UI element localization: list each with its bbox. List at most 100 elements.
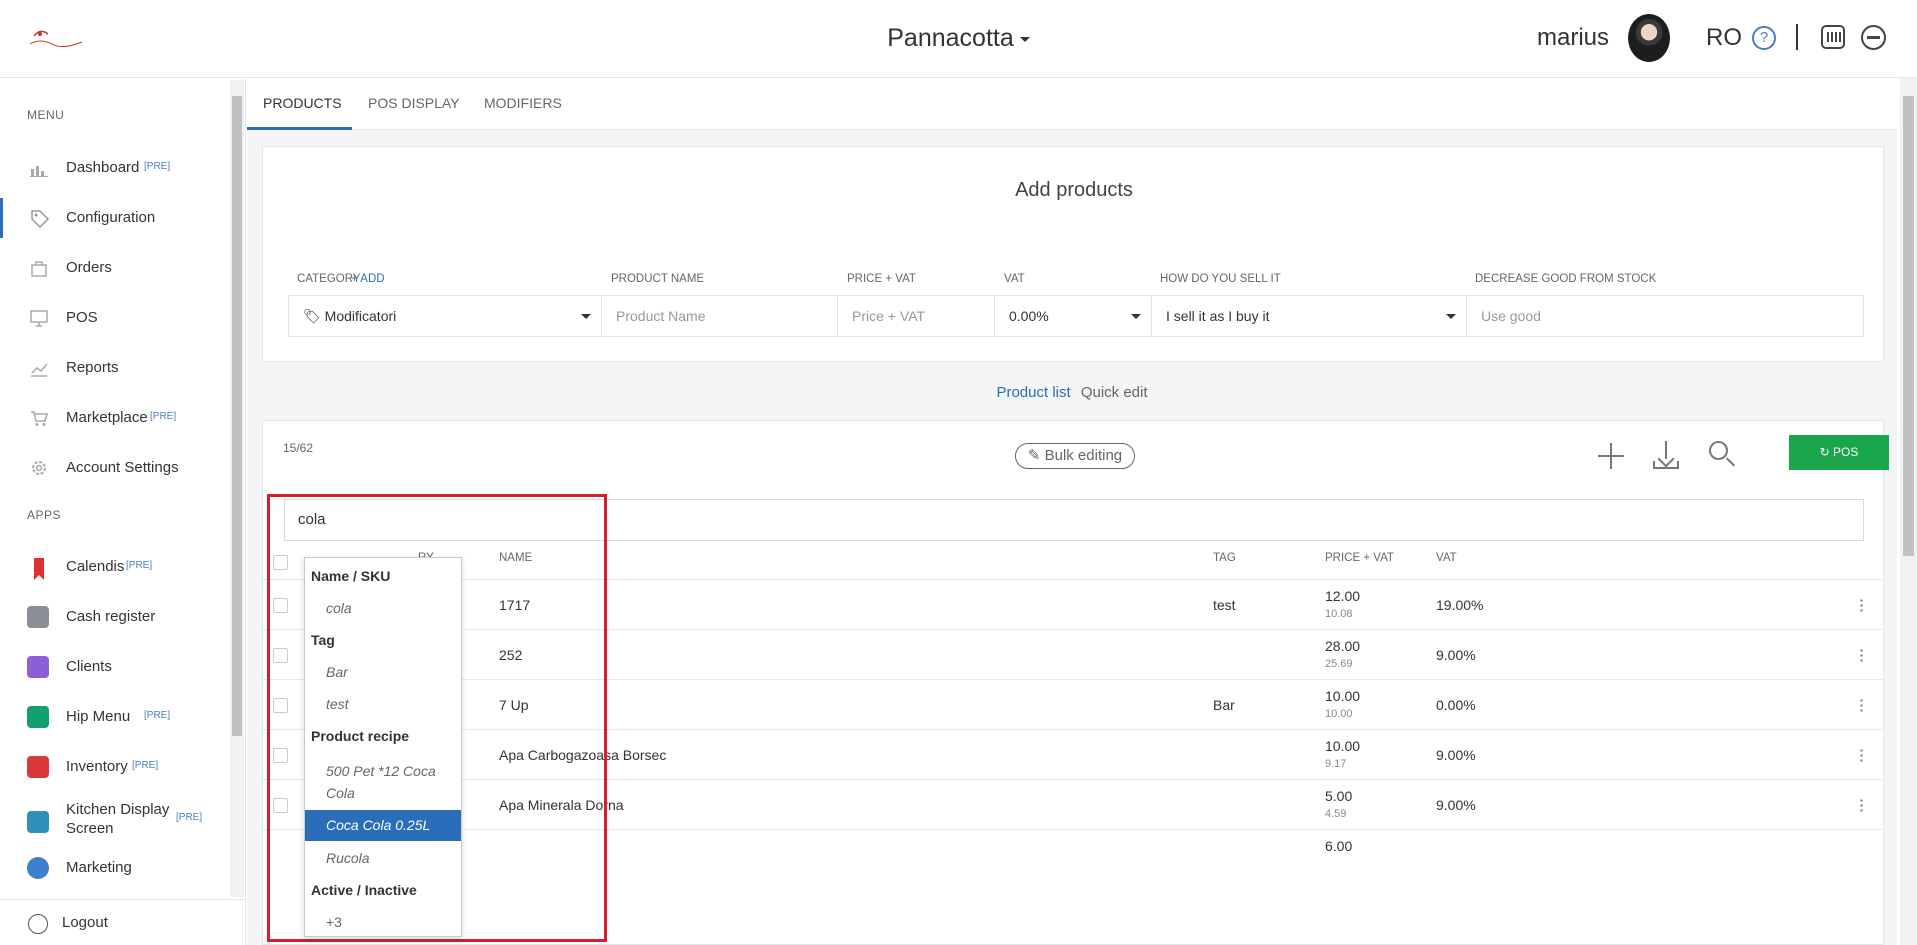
pre-badge: [PRE]	[126, 560, 153, 571]
logout-icon	[28, 914, 48, 934]
sidebar-item-reports[interactable]: Reports	[0, 348, 228, 388]
sidebar-item-label-line2: Screen	[66, 820, 114, 837]
sidebar-item-inventory[interactable]: Inventory [PRE]	[0, 747, 228, 787]
more-options-icon[interactable]	[1860, 798, 1863, 813]
sidebar-item-label: Kitchen Display	[66, 801, 170, 818]
quick-edit-link[interactable]: Quick edit	[1081, 384, 1148, 401]
download-icon[interactable]	[1653, 441, 1679, 469]
suggestion-item[interactable]: cola	[305, 600, 461, 616]
suggestion-group-active-inactive: Active / Inactive	[311, 882, 417, 898]
suggestion-item[interactable]: test	[305, 696, 461, 712]
stock-label: DECREASE GOOD FROM STOCK	[1475, 273, 1657, 285]
product-list-link[interactable]: Product list	[996, 384, 1070, 401]
column-header-vat[interactable]: VAT	[1436, 552, 1457, 564]
column-header-tag[interactable]: TAG	[1213, 552, 1236, 564]
chevron-down-icon	[1131, 314, 1141, 319]
sidebar-item-marketing[interactable]: Marketing	[0, 848, 228, 888]
sidebar-item-calendis[interactable]: Calendis [PRE]	[0, 547, 228, 587]
sidebar-item-clients[interactable]: Clients	[0, 647, 228, 687]
expand-icon[interactable]	[1861, 25, 1886, 50]
tab-pos-display[interactable]: POS DISPLAY	[368, 95, 460, 111]
sidebar-item-account-settings[interactable]: Account Settings	[0, 448, 228, 488]
category-select[interactable]: 🏷︎ Modificatori	[289, 296, 602, 336]
tab-bar: PRODUCTS POS DISPLAY MODIFIERS	[247, 78, 1897, 130]
row-price: 6.00	[1325, 838, 1353, 854]
sidebar-item-pos[interactable]: POS	[0, 298, 228, 338]
suggestion-item[interactable]: Rucola	[305, 850, 461, 866]
chevron-down-icon	[1446, 314, 1456, 319]
suggestion-item[interactable]: 500 Pet *12 Coca Cola	[305, 760, 461, 804]
tab-modifiers[interactable]: MODIFIERS	[484, 95, 562, 111]
language-selector[interactable]: RO	[1706, 24, 1742, 52]
add-products-card: Add products CATEGORY + ADD PRODUCT NAME…	[262, 146, 1884, 362]
more-options-icon[interactable]	[1860, 648, 1863, 663]
pre-badge: [PRE]	[132, 760, 159, 771]
hip-menu-icon	[27, 706, 49, 728]
main-scroll-thumb[interactable]	[1903, 96, 1914, 556]
sidebar-item-configuration[interactable]: Configuration	[0, 198, 228, 238]
sidebar: MENU Dashboard [PRE] Configuration Order…	[0, 78, 246, 945]
active-tab-indicator	[247, 127, 352, 130]
sidebar-item-orders[interactable]: Orders	[0, 248, 228, 288]
sidebar-scrollbar[interactable]	[230, 80, 244, 897]
sidebar-scroll-thumb[interactable]	[232, 96, 242, 736]
sidebar-item-label: Reports	[66, 359, 119, 376]
sidebar-item-label: Orders	[66, 259, 112, 276]
product-name-label: PRODUCT NAME	[611, 273, 705, 285]
logout-button[interactable]: Logout	[0, 899, 246, 945]
vat-select[interactable]: 0.00%	[995, 296, 1152, 336]
add-icon[interactable]	[1598, 443, 1624, 469]
row-price: 10.00	[1325, 688, 1361, 704]
chevron-down-icon	[1019, 36, 1030, 42]
sidebar-item-label: Dashboard	[66, 159, 140, 176]
refresh-icon: ↻	[1819, 445, 1834, 459]
tab-products[interactable]: PRODUCTS	[263, 95, 342, 111]
logout-label: Logout	[62, 914, 108, 931]
row-net-price: 25.69	[1325, 658, 1353, 670]
pos-sync-button[interactable]: ↻ POS	[1789, 435, 1889, 470]
more-options-icon[interactable]	[1860, 698, 1863, 713]
add-category-link[interactable]: + ADD	[351, 273, 385, 285]
menu-section-title: MENU	[27, 108, 65, 122]
row-vat: 9.00%	[1436, 747, 1476, 763]
sidebar-item-label: Calendis	[66, 558, 125, 575]
view-switch: Product list Quick edit	[247, 384, 1897, 401]
top-header: Pannacotta marius RO ?	[0, 0, 1917, 78]
sidebar-item-label: Cash register	[66, 608, 156, 625]
sidebar-item-kitchen-display[interactable]: Kitchen Display Screen [PRE]	[0, 797, 228, 847]
row-vat: 19.00%	[1436, 597, 1484, 613]
row-vat: 0.00%	[1436, 697, 1476, 713]
sidebar-item-hip-menu[interactable]: Hip Menu [PRE]	[0, 697, 228, 737]
clients-icon	[27, 656, 49, 678]
username[interactable]: marius	[1537, 24, 1609, 52]
tablet-icon[interactable]	[1821, 25, 1845, 49]
search-icon[interactable]	[1709, 441, 1736, 469]
suggestion-item[interactable]: Bar	[305, 664, 461, 680]
suggestion-item[interactable]: +3	[305, 914, 461, 930]
row-price: 12.00	[1325, 588, 1361, 604]
marketing-icon	[27, 857, 49, 879]
sidebar-item-marketplace[interactable]: Marketplace [PRE]	[0, 398, 228, 438]
category-value: Modificatori	[324, 308, 397, 324]
product-count: 15/62	[283, 441, 314, 455]
main-scrollbar[interactable]	[1900, 78, 1917, 945]
suggestion-item-selected[interactable]: Coca Cola 0.25L	[305, 810, 461, 841]
vat-value: 0.00%	[1009, 308, 1049, 324]
vat-label: VAT	[1004, 273, 1025, 285]
stock-good-input[interactable]: Use good	[1467, 296, 1863, 336]
sidebar-item-dashboard[interactable]: Dashboard [PRE]	[0, 148, 228, 188]
help-icon[interactable]: ?	[1752, 26, 1776, 50]
row-vat: 9.00%	[1436, 797, 1476, 813]
sell-method-select[interactable]: I sell it as I buy it	[1152, 296, 1467, 336]
price-input[interactable]: Price + VAT	[838, 296, 995, 336]
row-net-price: 10.08	[1325, 608, 1353, 620]
avatar[interactable]	[1628, 14, 1670, 62]
bulk-editing-button[interactable]: ✎ Bulk editing	[1015, 443, 1135, 469]
sidebar-item-cash-register[interactable]: Cash register	[0, 597, 228, 637]
column-header-price[interactable]: PRICE + VAT	[1325, 552, 1394, 564]
product-name-input[interactable]: Product Name	[602, 296, 838, 336]
more-options-icon[interactable]	[1860, 598, 1863, 613]
chart-icon	[30, 159, 48, 177]
tag-icon	[30, 209, 50, 229]
more-options-icon[interactable]	[1860, 748, 1863, 763]
